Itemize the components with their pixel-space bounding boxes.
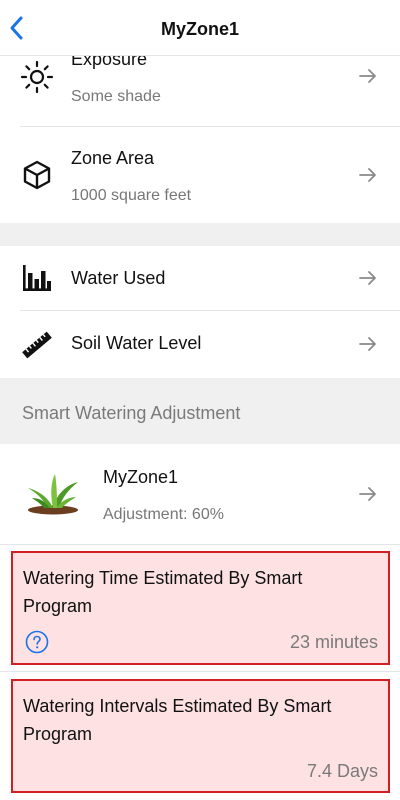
arrow-right-icon <box>359 271 376 285</box>
ruler-icon <box>22 331 52 359</box>
watering-time-value: 23 minutes <box>289 632 378 652</box>
section-header-label: Smart Watering Adjustment <box>22 403 241 423</box>
arrow-right-icon <box>359 337 376 351</box>
watering-time-title: Watering Time Estimated By Smart Program <box>23 568 303 616</box>
page-title: MyZone1 <box>160 19 239 39</box>
water-used-label: Water Used <box>71 268 166 288</box>
zone-area-value: 1000 square feet <box>71 187 192 204</box>
water-used-row[interactable]: Water Used <box>0 246 400 310</box>
watering-interval-value: 7.4 Days <box>306 761 378 781</box>
zone-adjustment-row[interactable]: MyZone1 Adjustment: 60% <box>0 444 400 544</box>
help-button[interactable] <box>25 630 49 654</box>
zone-adjustment: Adjustment: 60% <box>103 506 224 523</box>
question-circle-icon <box>25 630 49 654</box>
exposure-value: Some shade <box>71 88 161 105</box>
plant-icon <box>28 474 78 515</box>
divider <box>0 671 400 672</box>
watering-interval-estimate-card: Watering Intervals Estimated By Smart Pr… <box>11 679 390 793</box>
watering-interval-title: Watering Intervals Estimated By Smart Pr… <box>23 696 332 744</box>
smart-watering-section-header: Smart Watering Adjustment <box>0 378 400 444</box>
cube-icon <box>23 160 51 190</box>
soil-water-level-row[interactable]: Soil Water Level <box>0 311 400 378</box>
bar-chart-icon <box>23 265 51 291</box>
zone-name: MyZone1 <box>103 467 179 487</box>
section-gap <box>0 223 400 246</box>
watering-time-estimate-card: Watering Time Estimated By Smart Program… <box>11 551 390 665</box>
zone-area-row[interactable]: Zone Area 1000 square feet <box>0 127 400 223</box>
arrow-right-icon <box>359 69 376 83</box>
arrow-right-icon <box>359 168 376 182</box>
divider <box>0 544 400 545</box>
soil-water-level-label: Soil Water Level <box>71 333 202 353</box>
zone-area-label: Zone Area <box>71 148 155 168</box>
sun-icon <box>20 60 54 94</box>
nav-bar: MyZone1 <box>0 0 400 56</box>
arrow-right-icon <box>359 487 376 501</box>
